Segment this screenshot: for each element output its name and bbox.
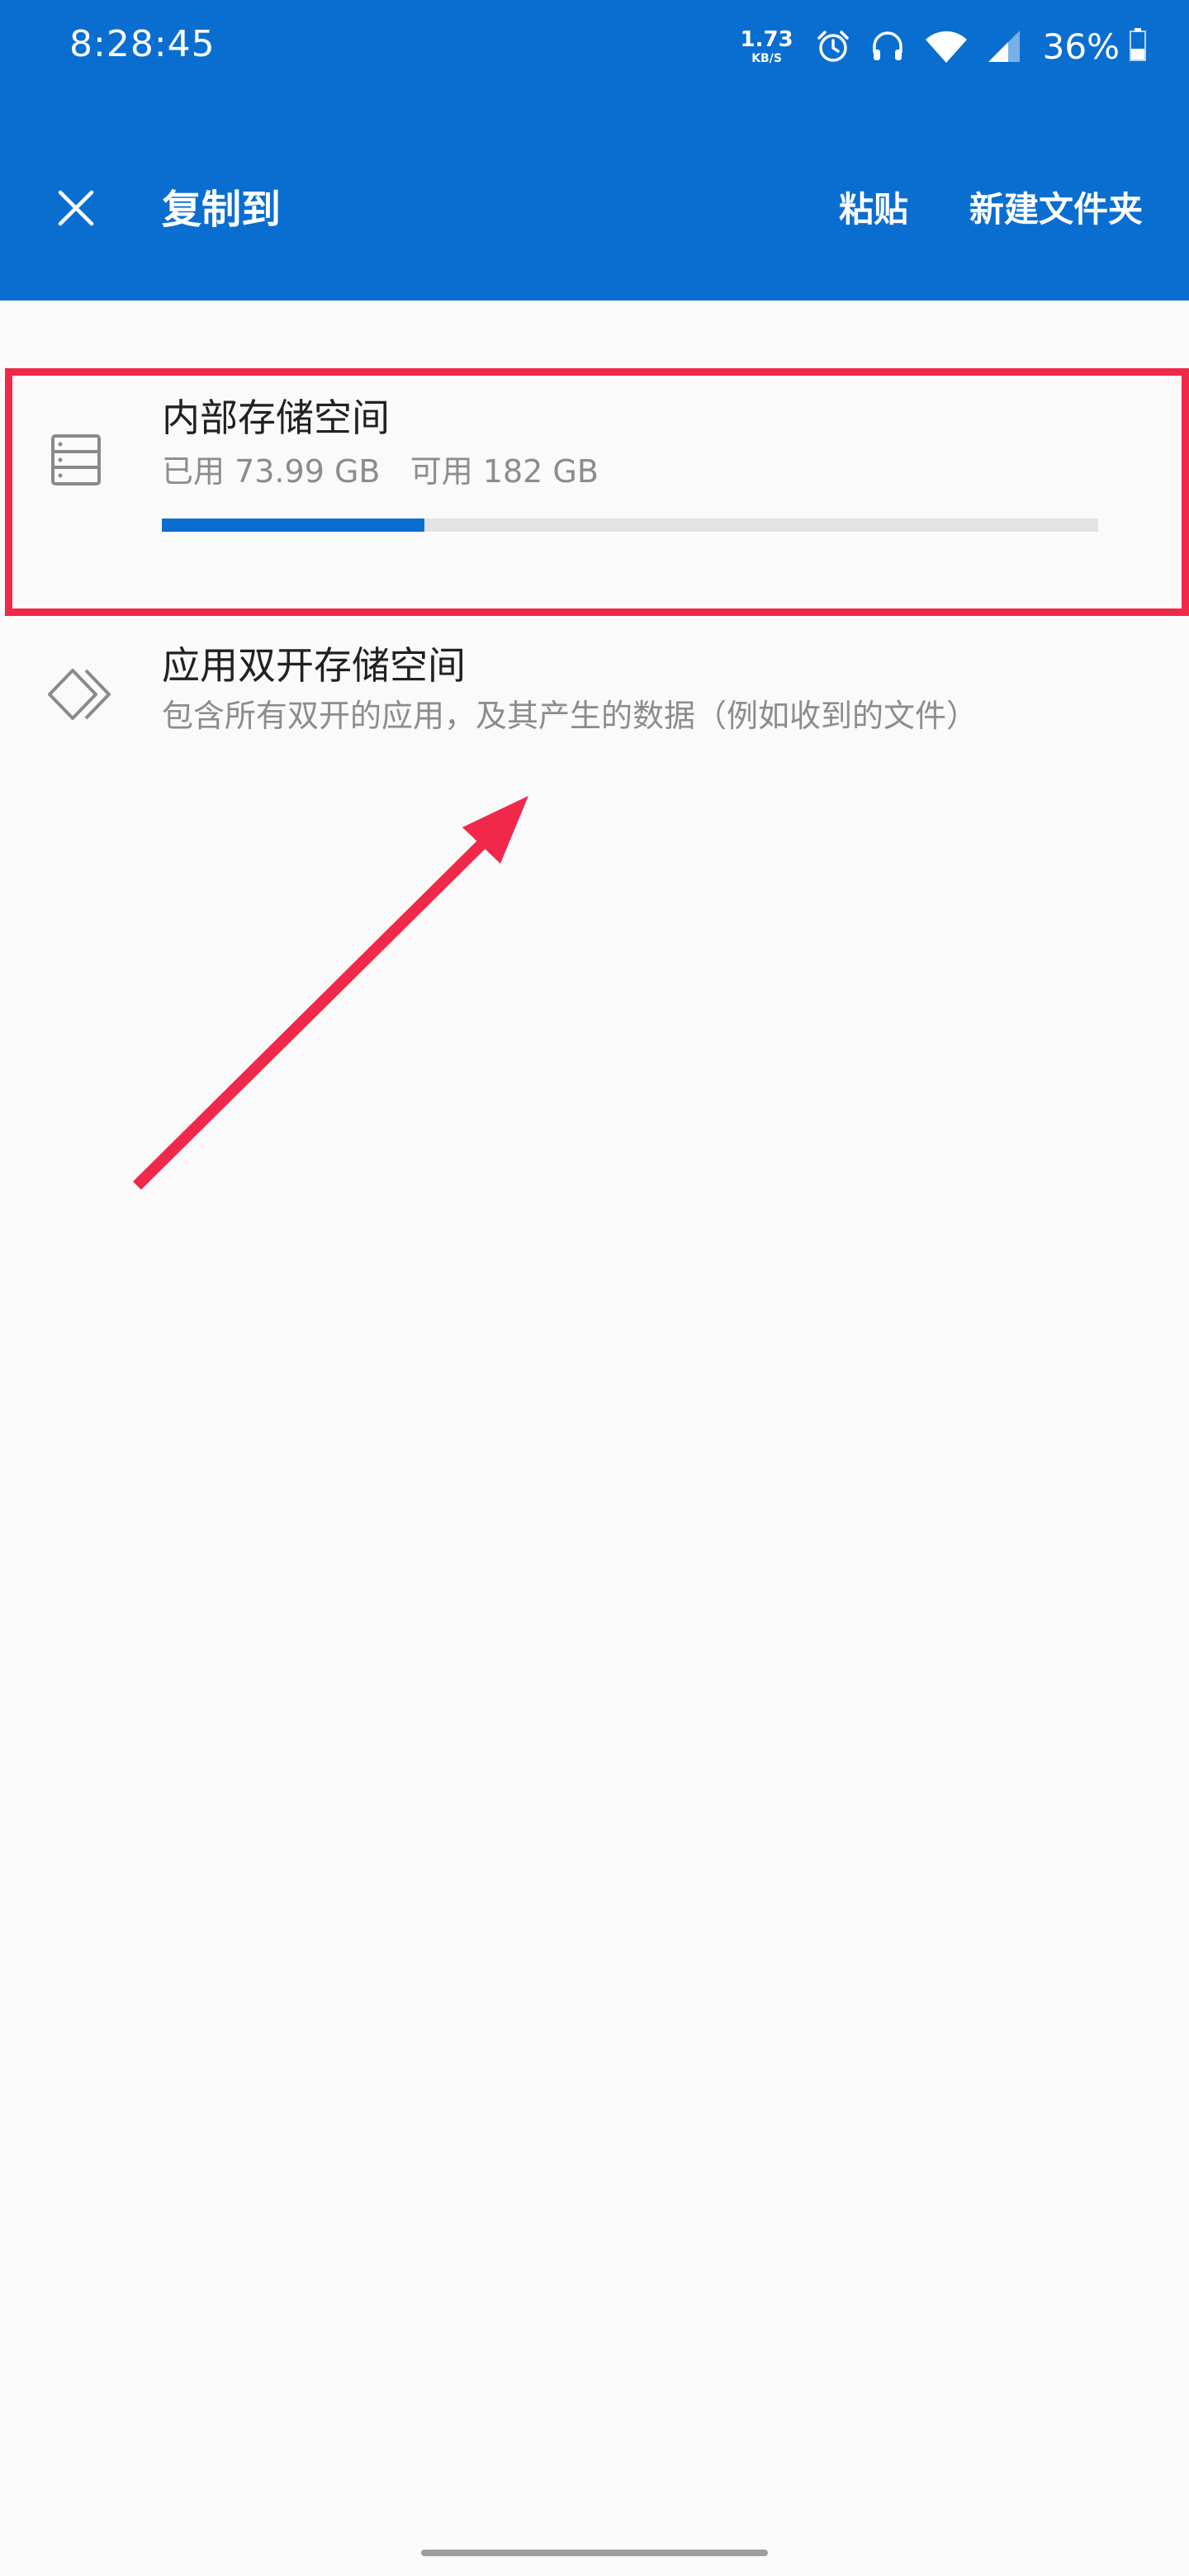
- annotation-arrow: [133, 796, 528, 1190]
- home-indicator[interactable]: [421, 2550, 768, 2556]
